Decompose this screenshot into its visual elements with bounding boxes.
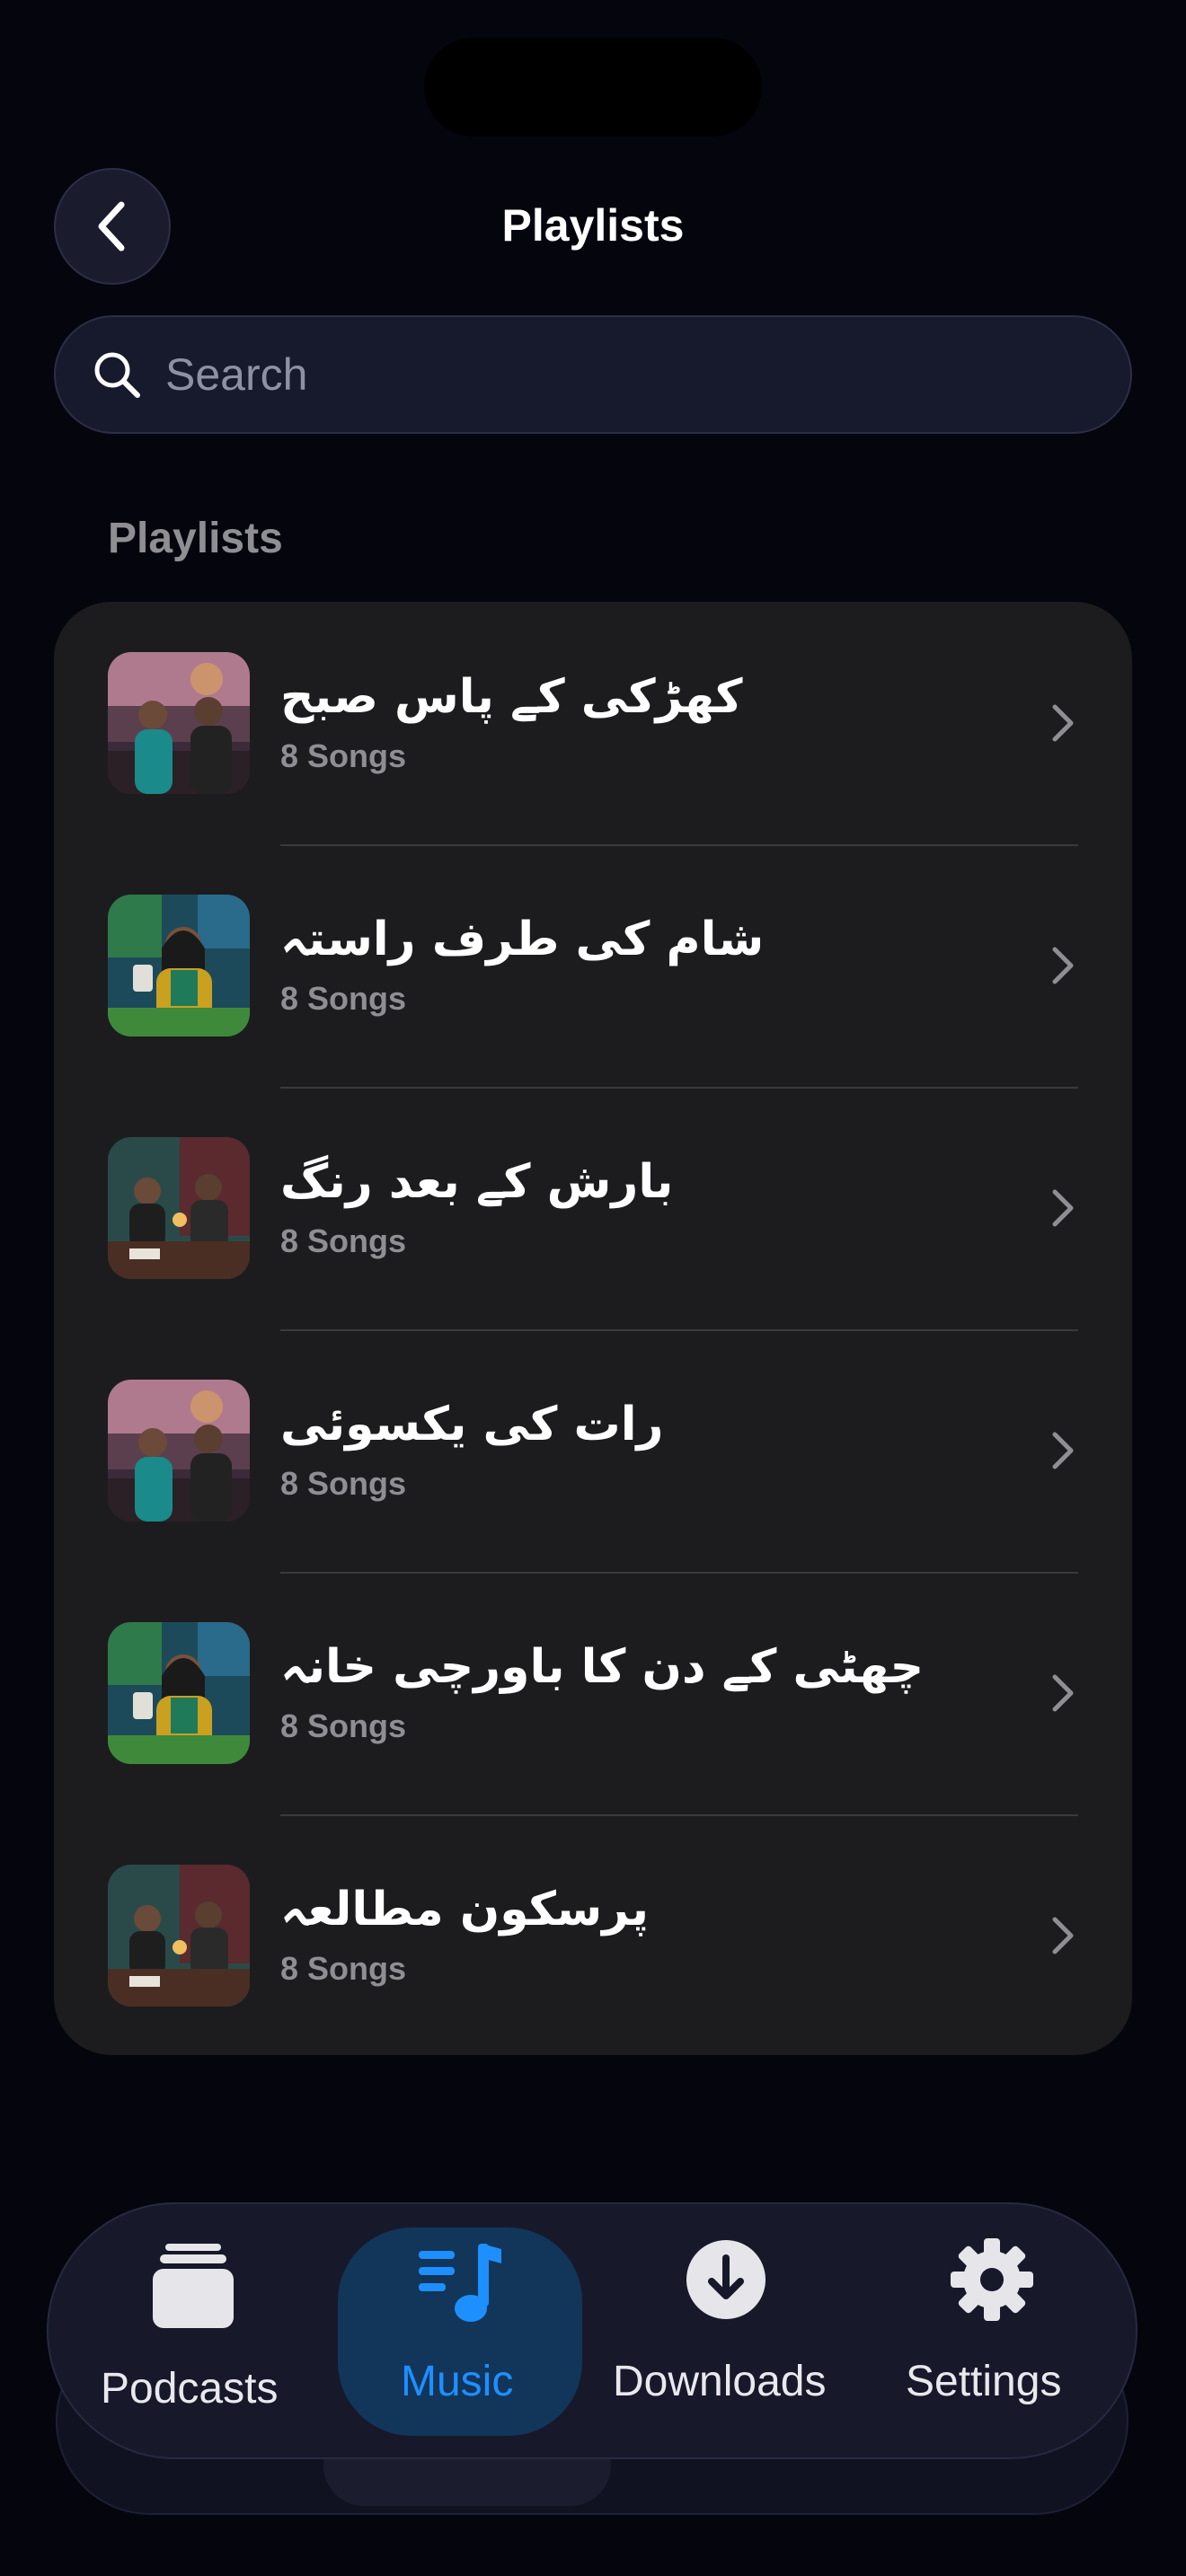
- tab-downloads[interactable]: Downloads: [593, 2202, 854, 2459]
- tab-label: Settings: [906, 2358, 1062, 2405]
- tab-music[interactable]: Music: [338, 2202, 582, 2459]
- cafe-woman-artwork: [108, 895, 250, 1037]
- playlist-row[interactable]: پرسکون مطالعہ 8 Songs: [54, 1814, 1132, 2055]
- playlist-row[interactable]: بارش کے بعد رنگ 8 Songs: [54, 1087, 1132, 1329]
- playlist-title: چھٹی کے دن کا باورچی خانہ: [280, 1640, 925, 1695]
- section-label: Playlists: [108, 515, 283, 562]
- tab-podcasts[interactable]: Podcasts: [47, 2202, 343, 2459]
- cafe-woman-artwork: [108, 1622, 250, 1764]
- tab-settings[interactable]: Settings: [864, 2202, 1116, 2459]
- tab-label: Music: [401, 2358, 514, 2405]
- search-bar[interactable]: [54, 315, 1132, 434]
- studio-duo-artwork: [108, 1137, 250, 1279]
- playlist-title: پرسکون مطالعہ: [280, 1883, 650, 1937]
- music-note-icon: [419, 2244, 501, 2322]
- tab-label: Downloads: [613, 2358, 827, 2405]
- playlist-artwork: [108, 652, 250, 794]
- playlist-artwork: [108, 895, 250, 1037]
- chevron-right-icon: [1052, 1674, 1074, 1712]
- playlist-song-count: 8 Songs: [280, 1707, 407, 1744]
- playlist-song-count: 8 Songs: [280, 1464, 407, 1502]
- page-title: Playlists: [501, 200, 685, 251]
- playlist-title: رات کی یکسوئی: [280, 1398, 664, 1452]
- playlist-row[interactable]: شام کی طرف راستہ 8 Songs: [54, 844, 1132, 1087]
- street-duo-artwork: [108, 652, 250, 794]
- podcast-stack-icon: [153, 2244, 234, 2328]
- dynamic-island: [424, 38, 762, 137]
- playlist-title: بارش کے بعد رنگ: [280, 1155, 674, 1210]
- playlist-artwork: [108, 1622, 250, 1764]
- search-icon: [94, 352, 140, 398]
- playlist-artwork: [108, 1865, 250, 2007]
- chevron-right-icon: [1052, 1432, 1074, 1469]
- playlist-song-count: 8 Songs: [280, 1222, 407, 1259]
- playlists-screen: Playlists Playlists: [0, 0, 1186, 2576]
- playlist-title: کھڑکی کے پاس صبح: [280, 670, 743, 725]
- gear-icon: [951, 2238, 1033, 2321]
- street-duo-artwork: [108, 1380, 250, 1522]
- playlist-row[interactable]: رات کی یکسوئی 8 Songs: [54, 1329, 1132, 1572]
- chevron-right-icon: [1052, 947, 1074, 984]
- playlist-row[interactable]: کھڑکی کے پاس صبح 8 Songs: [54, 602, 1132, 844]
- search-input[interactable]: [164, 348, 1130, 401]
- playlist-title: شام کی طرف راستہ: [280, 913, 765, 967]
- chevron-right-icon: [1052, 704, 1074, 742]
- tab-label: Podcasts: [101, 2365, 279, 2413]
- playlist-song-count: 8 Songs: [280, 737, 407, 774]
- playlist-list: کھڑکی کے پاس صبح 8 Songs شام کی طرف راست…: [54, 602, 1132, 2055]
- playlist-artwork: [108, 1137, 250, 1279]
- download-circle-icon: [686, 2240, 766, 2319]
- chevron-right-icon: [1052, 1189, 1074, 1227]
- playlist-row[interactable]: چھٹی کے دن کا باورچی خانہ 8 Songs: [54, 1572, 1132, 1814]
- playlist-artwork: [108, 1380, 250, 1522]
- chevron-right-icon: [1052, 1917, 1074, 1954]
- studio-duo-artwork: [108, 1865, 250, 2007]
- playlist-song-count: 8 Songs: [280, 979, 407, 1017]
- playlist-song-count: 8 Songs: [280, 1949, 407, 1987]
